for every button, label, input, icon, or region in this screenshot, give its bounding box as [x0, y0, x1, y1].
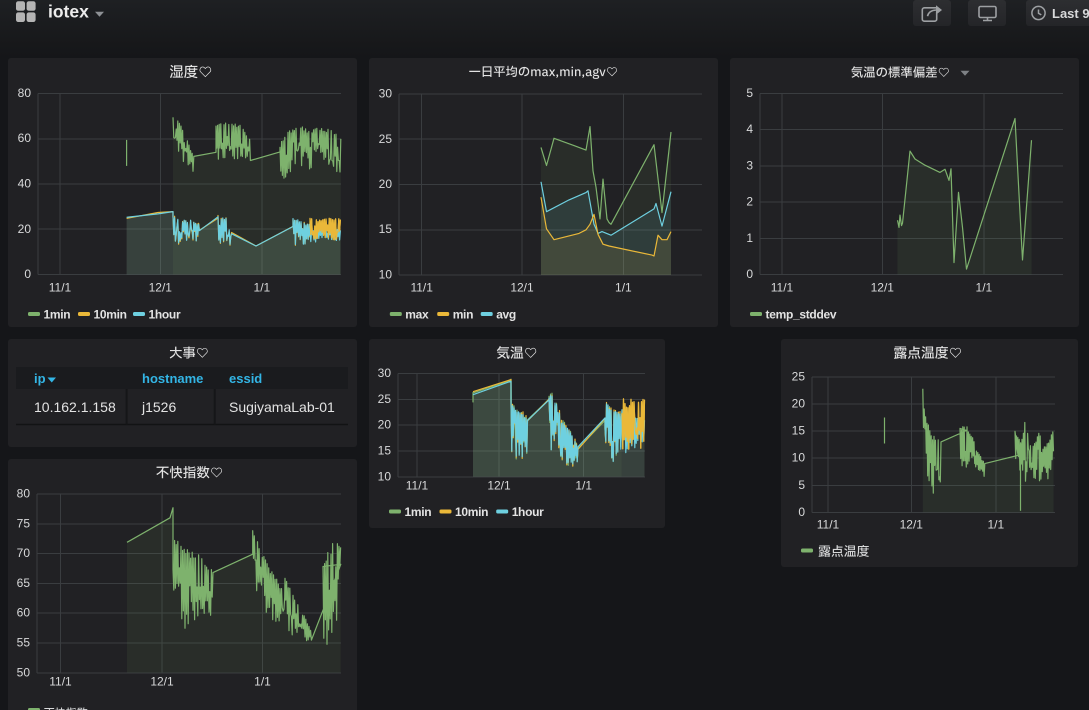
- svg-text:1hour: 1hour: [149, 308, 181, 322]
- svg-text:2: 2: [746, 195, 753, 209]
- svg-text:11/1: 11/1: [49, 281, 72, 295]
- svg-text:15: 15: [792, 424, 806, 438]
- svg-text:12/1: 12/1: [149, 281, 173, 295]
- svg-text:12/1: 12/1: [150, 675, 174, 689]
- svg-text:0: 0: [798, 505, 805, 519]
- svg-text:1/1: 1/1: [976, 281, 993, 295]
- svg-text:25: 25: [378, 132, 392, 146]
- svg-text:5: 5: [746, 86, 753, 100]
- svg-text:30: 30: [378, 366, 392, 380]
- svg-text:11/1: 11/1: [406, 479, 429, 493]
- svg-text:1: 1: [746, 231, 753, 245]
- svg-text:10.162.1.158: 10.162.1.158: [34, 399, 116, 415]
- svg-text:hostname: hostname: [142, 371, 203, 386]
- svg-text:60: 60: [18, 131, 32, 145]
- svg-text:ip: ip: [34, 371, 46, 386]
- svg-text:Last 90 day: Last 90 day: [1052, 6, 1089, 21]
- svg-text:temp_stddev: temp_stddev: [766, 308, 837, 322]
- svg-text:SugiyamaLab-01: SugiyamaLab-01: [229, 399, 335, 415]
- svg-text:15: 15: [378, 222, 392, 236]
- svg-text:10: 10: [378, 268, 392, 282]
- svg-text:1/1: 1/1: [615, 281, 632, 295]
- svg-text:55: 55: [17, 636, 31, 650]
- svg-text:65: 65: [17, 576, 31, 590]
- svg-text:1hour: 1hour: [512, 505, 544, 519]
- svg-text:5: 5: [798, 478, 805, 492]
- svg-text:80: 80: [18, 86, 32, 100]
- svg-text:11/1: 11/1: [410, 281, 433, 295]
- svg-text:20: 20: [792, 396, 806, 410]
- svg-text:15: 15: [378, 444, 392, 458]
- svg-text:25: 25: [792, 369, 806, 383]
- svg-text:avg: avg: [496, 308, 516, 322]
- svg-text:4: 4: [746, 122, 753, 136]
- svg-text:10min: 10min: [455, 505, 488, 519]
- svg-text:10min: 10min: [94, 308, 127, 322]
- svg-text:11/1: 11/1: [817, 518, 840, 532]
- svg-text:30: 30: [378, 87, 392, 101]
- svg-text:essid: essid: [229, 371, 262, 386]
- svg-text:min: min: [452, 308, 472, 322]
- svg-text:12/1: 12/1: [900, 518, 924, 532]
- svg-text:50: 50: [17, 665, 31, 679]
- svg-text:20: 20: [378, 177, 392, 191]
- svg-text:12/1: 12/1: [510, 281, 534, 295]
- svg-text:1/1: 1/1: [254, 281, 271, 295]
- svg-text:12/1: 12/1: [487, 479, 511, 493]
- svg-text:11/1: 11/1: [49, 675, 72, 689]
- svg-text:1/1: 1/1: [575, 479, 592, 493]
- svg-text:60: 60: [17, 606, 31, 620]
- svg-text:20: 20: [18, 222, 32, 236]
- svg-text:80: 80: [17, 487, 31, 501]
- svg-text:10: 10: [378, 469, 392, 483]
- svg-text:11/1: 11/1: [771, 281, 794, 295]
- svg-text:3: 3: [746, 158, 753, 172]
- svg-text:j1526: j1526: [141, 399, 176, 415]
- svg-text:25: 25: [378, 392, 392, 406]
- svg-text:12/1: 12/1: [871, 281, 895, 295]
- svg-text:70: 70: [17, 546, 31, 560]
- svg-text:0: 0: [24, 267, 31, 281]
- svg-text:1/1: 1/1: [987, 518, 1004, 532]
- svg-text:1min: 1min: [405, 505, 432, 519]
- svg-text:10: 10: [792, 451, 806, 465]
- svg-text:max: max: [405, 308, 429, 322]
- svg-text:0: 0: [746, 267, 753, 281]
- svg-text:20: 20: [378, 418, 392, 432]
- svg-text:1/1: 1/1: [254, 675, 271, 689]
- svg-text:75: 75: [17, 516, 31, 530]
- svg-text:1min: 1min: [44, 308, 71, 322]
- svg-text:40: 40: [18, 177, 32, 191]
